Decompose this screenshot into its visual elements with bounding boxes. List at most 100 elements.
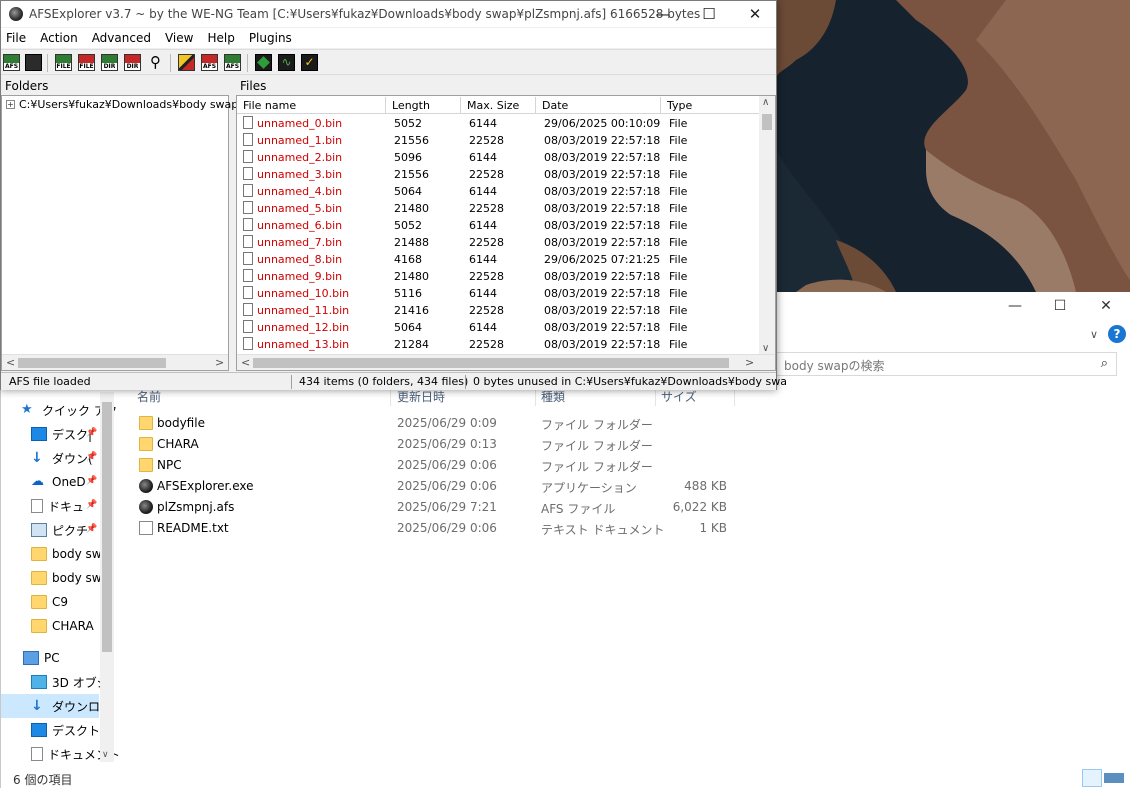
files-hscrollbar[interactable]: < > bbox=[237, 354, 775, 370]
explorer-close-button[interactable]: ✕ bbox=[1083, 292, 1129, 320]
nav-downloads-pc[interactable]: ↓ ダウンロー bbox=[1, 694, 99, 718]
extract-file-icon[interactable]: FILE bbox=[55, 54, 72, 71]
column-header-file-name[interactable]: File name bbox=[237, 97, 386, 114]
afs-export-icon[interactable]: AFS bbox=[224, 54, 241, 71]
column-header-type[interactable]: Type bbox=[661, 97, 761, 114]
file-row[interactable]: bodyfile 2025/06/29 0:09 ファイル フォルダー bbox=[131, 413, 731, 434]
scrollbar-thumb[interactable] bbox=[102, 402, 112, 652]
file-row[interactable]: unnamed_11.bin 21416 22528 08/03/2019 22:57… bbox=[237, 302, 757, 319]
file-row[interactable]: unnamed_10.bin 5116 6144 08/03/2019 22:57:1… bbox=[237, 285, 757, 302]
explorer-maximize-button[interactable]: ☐ bbox=[1037, 292, 1083, 320]
nav-pictures[interactable]: ピクチ bbox=[31, 518, 131, 542]
file-row[interactable]: unnamed_8.bin 4168 6144 29/06/2025 07:21:25… bbox=[237, 251, 757, 268]
nav-folder-body-swap-1[interactable]: body swa bbox=[31, 542, 131, 566]
files-vscrollbar[interactable]: ∧ ∨ bbox=[759, 96, 775, 356]
nav-folder-chara[interactable]: CHARA bbox=[31, 614, 131, 638]
column-header-type[interactable]: 種類 bbox=[541, 388, 565, 405]
close-button[interactable]: ✕ bbox=[732, 1, 778, 27]
nav-scrollbar[interactable]: ∨ bbox=[100, 392, 114, 762]
diamond-icon[interactable] bbox=[255, 54, 272, 71]
file-row[interactable]: unnamed_4.bin 5064 6144 08/03/2019 22:57:18… bbox=[237, 183, 757, 200]
scroll-down-icon[interactable]: ∨ bbox=[762, 343, 769, 354]
wave-icon[interactable]: ∿ bbox=[278, 54, 295, 71]
minimize-button[interactable]: — bbox=[640, 1, 686, 27]
save-icon[interactable] bbox=[25, 54, 42, 71]
nav-downloads[interactable]: ↓ ダウン( bbox=[31, 446, 131, 470]
nav-desktop-pc[interactable]: デスクトッ bbox=[31, 718, 131, 742]
nav-folder-c9[interactable]: C9 bbox=[31, 590, 131, 614]
menu-view[interactable]: View bbox=[165, 28, 193, 48]
extract-dir-icon[interactable]: DIR bbox=[101, 54, 118, 71]
details-view-button[interactable] bbox=[1082, 769, 1102, 787]
afs-rebuild-icon[interactable]: AFS bbox=[201, 54, 218, 71]
column-header-max-size[interactable]: Max. Size bbox=[461, 97, 536, 114]
file-row[interactable]: unnamed_0.bin 5052 6144 29/06/2025 00:10:09… bbox=[237, 115, 757, 132]
column-header-size[interactable]: サイズ bbox=[661, 388, 697, 405]
scroll-left-icon[interactable]: < bbox=[6, 356, 15, 369]
star-icon: ★ bbox=[21, 402, 33, 417]
file-row[interactable]: README.txt 2025/06/29 0:06 テキスト ドキュメント 1… bbox=[131, 518, 731, 539]
search-input[interactable]: body swapの検索 ⌕ bbox=[771, 352, 1117, 376]
file-row[interactable]: unnamed_13.bin 21284 22528 08/03/2019 22:57… bbox=[237, 336, 757, 353]
file-row[interactable]: CHARA 2025/06/29 0:13 ファイル フォルダー bbox=[131, 434, 731, 455]
scrollbar-thumb[interactable] bbox=[762, 114, 772, 130]
scroll-up-icon[interactable]: ∧ bbox=[762, 97, 769, 108]
file-row[interactable]: unnamed_2.bin 5096 6144 08/03/2019 22:57:18… bbox=[237, 149, 757, 166]
nav-documents[interactable]: ドキュ bbox=[31, 494, 131, 518]
tree-root-item[interactable]: + C:¥Users¥fukaz¥Downloads¥body swap¥ bbox=[6, 98, 245, 111]
file-row[interactable]: unnamed_1.bin 21556 22528 08/03/2019 22:57:… bbox=[237, 132, 757, 149]
row-max-size: 22528 bbox=[469, 236, 504, 249]
file-row[interactable]: unnamed_5.bin 21480 22528 08/03/2019 22:57:… bbox=[237, 200, 757, 217]
check-icon[interactable]: ✓ bbox=[301, 54, 318, 71]
nav-folder-body-swap-2[interactable]: body swa bbox=[31, 566, 131, 590]
scrollbar-thumb[interactable] bbox=[18, 358, 166, 368]
file-row[interactable]: AFSExplorer.exe 2025/06/29 0:06 アプリケーション… bbox=[131, 476, 731, 497]
nav-3d-objects[interactable]: 3D オブジ bbox=[31, 670, 131, 694]
scrollbar-thumb[interactable] bbox=[253, 358, 729, 368]
replace-file-icon[interactable]: FILE bbox=[78, 54, 95, 71]
file-row[interactable]: NPC 2025/06/29 0:06 ファイル フォルダー bbox=[131, 455, 731, 476]
explorer-minimize-button[interactable]: — bbox=[992, 292, 1038, 320]
menu-file[interactable]: File bbox=[6, 28, 26, 48]
binoculars-icon[interactable]: ⚲ bbox=[147, 54, 164, 71]
document-icon bbox=[31, 747, 43, 761]
title-bar[interactable]: AFSExplorer v3.7 ~ by the WE-NG Team [C:… bbox=[1, 1, 776, 27]
column-header-name[interactable]: 名前 bbox=[137, 388, 161, 405]
nav-onedrive[interactable]: ☁ OneD bbox=[31, 470, 131, 494]
large-icons-view-button[interactable] bbox=[1104, 769, 1124, 787]
scroll-right-icon[interactable]: > bbox=[745, 356, 754, 369]
folder-icon bbox=[139, 416, 153, 430]
file-row[interactable]: plZsmpnj.afs 2025/06/29 7:21 AFS ファイル 6,… bbox=[131, 497, 731, 518]
afs-icon[interactable]: AFS bbox=[3, 54, 20, 71]
menu-advanced[interactable]: Advanced bbox=[92, 28, 151, 48]
folders-hscrollbar[interactable]: < > bbox=[2, 354, 228, 370]
row-max-size: 22528 bbox=[469, 304, 504, 317]
file-row[interactable]: unnamed_12.bin 5064 6144 08/03/2019 22:57:1… bbox=[237, 319, 757, 336]
row-name: unnamed_12.bin bbox=[257, 321, 350, 334]
ribbon-expand-icon[interactable]: ∨ bbox=[1090, 328, 1098, 341]
column-header-length[interactable]: Length bbox=[386, 97, 461, 114]
nav-label: CHARA bbox=[52, 619, 94, 633]
scroll-right-icon[interactable]: > bbox=[215, 356, 224, 369]
menu-help[interactable]: Help bbox=[207, 28, 234, 48]
column-header-date[interactable]: 更新日時 bbox=[397, 388, 445, 405]
column-header-date[interactable]: Date bbox=[536, 97, 661, 114]
file-row[interactable]: unnamed_9.bin 21480 22528 08/03/2019 22:57:… bbox=[237, 268, 757, 285]
file-date: 2025/06/29 0:09 bbox=[397, 416, 497, 430]
help-icon[interactable]: ? bbox=[1108, 325, 1126, 343]
maximize-button[interactable]: ☐ bbox=[686, 1, 732, 27]
file-row[interactable]: unnamed_7.bin 21488 22528 08/03/2019 22:57:… bbox=[237, 234, 757, 251]
menu-plugins[interactable]: Plugins bbox=[249, 28, 292, 48]
scroll-down-icon[interactable]: ∨ bbox=[102, 750, 109, 760]
file-date: 2025/06/29 0:06 bbox=[397, 479, 497, 493]
nav-desktop[interactable]: デスク| bbox=[31, 422, 131, 446]
nav-documents-pc[interactable]: ドキュメント bbox=[31, 742, 131, 766]
tools-icon[interactable] bbox=[178, 54, 195, 71]
row-type: File bbox=[669, 185, 688, 198]
file-row[interactable]: unnamed_6.bin 5052 6144 08/03/2019 22:57:18… bbox=[237, 217, 757, 234]
menu-action[interactable]: Action bbox=[40, 28, 78, 48]
expand-icon[interactable]: + bbox=[6, 100, 15, 109]
file-row[interactable]: unnamed_3.bin 21556 22528 08/03/2019 22:57:… bbox=[237, 166, 757, 183]
replace-dir-icon[interactable]: DIR bbox=[124, 54, 141, 71]
scroll-left-icon[interactable]: < bbox=[241, 356, 250, 369]
